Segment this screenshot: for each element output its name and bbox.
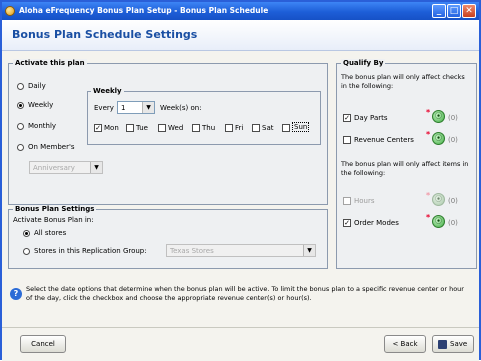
check-fri-label: Fri <box>235 124 244 132</box>
check-wed-label: Wed <box>168 124 184 132</box>
close-button[interactable]: ✕ <box>462 4 476 18</box>
member-date-select[interactable]: Anniversary ▼ <box>29 161 103 174</box>
qualify-checks-text: The bonus plan will only affect checks i… <box>341 73 465 90</box>
button-bar: Cancel < Back Save <box>2 327 479 361</box>
check-thu[interactable] <box>192 124 200 132</box>
dialog-window: Aloha eFrequency Bonus Plan Setup - Bonu… <box>0 0 481 361</box>
radio-replication-group-label: Stores in this Replication Group: <box>34 247 147 255</box>
maximize-button[interactable]: □ <box>447 4 461 18</box>
window-title: Aloha eFrequency Bonus Plan Setup - Bonu… <box>19 6 269 15</box>
chevron-down-icon: ▼ <box>303 245 315 256</box>
check-revenue-centers[interactable] <box>343 136 351 144</box>
required-marker: * <box>426 191 431 200</box>
required-marker: * <box>426 108 431 117</box>
back-button[interactable]: < Back <box>384 335 426 353</box>
check-sat-label: Sat <box>262 124 274 132</box>
check-sun[interactable] <box>282 124 290 132</box>
order-modes-count: (0) <box>448 219 458 227</box>
qualify-by-group: Qualify By The bonus plan will only affe… <box>336 59 477 269</box>
weekly-legend: Weekly <box>91 87 124 95</box>
chevron-down-icon: ▼ <box>142 102 154 113</box>
check-hours-label: Hours <box>354 197 375 205</box>
radio-monthly[interactable] <box>17 123 24 130</box>
activate-in-label: Activate Bonus Plan in: <box>13 216 94 224</box>
minimize-button[interactable]: _ <box>432 4 446 18</box>
every-label: Every <box>94 104 114 112</box>
check-wed[interactable] <box>158 124 166 132</box>
check-sun-label: Sun <box>292 122 310 132</box>
info-icon: ? <box>10 288 22 300</box>
order-modes-picker-button[interactable]: ⦿ <box>432 215 445 228</box>
every-weeks-value: 1 <box>121 104 126 112</box>
radio-on-members-label: On Member's <box>28 143 75 151</box>
bonus-settings-group: Bonus Plan Settings Activate Bonus Plan … <box>8 205 328 269</box>
cancel-button[interactable]: Cancel <box>20 335 66 353</box>
check-tue-label: Tue <box>136 124 148 132</box>
check-mon[interactable] <box>94 124 102 132</box>
radio-replication-group[interactable] <box>23 248 30 255</box>
required-marker: * <box>426 213 431 222</box>
radio-weekly-label: Weekly <box>28 101 54 109</box>
activate-plan-legend: Activate this plan <box>13 59 87 67</box>
required-marker: * <box>426 130 431 139</box>
check-tue[interactable] <box>126 124 134 132</box>
check-mon-label: Mon <box>104 124 119 132</box>
hours-count: (0) <box>448 197 458 205</box>
weeks-on-label: Week(s) on: <box>160 104 202 112</box>
radio-daily[interactable] <box>17 83 24 90</box>
chevron-down-icon: ▼ <box>90 162 102 173</box>
page-header: Bonus Plan Schedule Settings <box>2 20 479 51</box>
title-bar[interactable]: Aloha eFrequency Bonus Plan Setup - Bonu… <box>2 2 479 20</box>
page-title: Bonus Plan Schedule Settings <box>12 28 198 41</box>
revenue-centers-picker-button[interactable]: ⦿ <box>432 132 445 145</box>
replication-group-select[interactable]: Texas Stores ▼ <box>166 244 316 257</box>
check-hours[interactable] <box>343 197 351 205</box>
day-parts-count: (0) <box>448 114 458 122</box>
member-date-value: Anniversary <box>33 164 75 172</box>
check-fri[interactable] <box>225 124 233 132</box>
weekly-group: Weekly Every 1 ▼ Week(s) on: Mon Tue Wed… <box>87 87 321 145</box>
save-button[interactable]: Save <box>432 335 474 353</box>
activate-plan-group: Activate this plan Daily Weekly Monthly … <box>8 59 328 205</box>
radio-daily-label: Daily <box>28 82 46 90</box>
hours-picker-button[interactable]: ⦿ <box>432 193 445 206</box>
app-icon <box>5 6 15 16</box>
check-order-modes-label: Order Modes <box>354 219 399 227</box>
check-order-modes[interactable] <box>343 219 351 227</box>
radio-on-members[interactable] <box>17 144 24 151</box>
check-revenue-centers-label: Revenue Centers <box>354 136 414 144</box>
check-thu-label: Thu <box>202 124 216 132</box>
qualify-by-legend: Qualify By <box>341 59 386 67</box>
check-day-parts[interactable] <box>343 114 351 122</box>
replication-group-value: Texas Stores <box>170 247 214 255</box>
qualify-items-text: The bonus plan will only affect items in… <box>341 160 469 177</box>
every-weeks-select[interactable]: 1 ▼ <box>117 101 155 114</box>
radio-weekly[interactable] <box>17 102 24 109</box>
disk-icon <box>438 340 447 349</box>
radio-all-stores[interactable] <box>23 230 30 237</box>
check-day-parts-label: Day Parts <box>354 114 388 122</box>
day-parts-picker-button[interactable]: ⦿ <box>432 110 445 123</box>
bonus-settings-legend: Bonus Plan Settings <box>13 205 97 213</box>
radio-monthly-label: Monthly <box>28 122 57 130</box>
revenue-centers-count: (0) <box>448 136 458 144</box>
radio-all-stores-label: All stores <box>34 229 67 237</box>
save-button-label: Save <box>450 340 468 348</box>
info-text: Select the date options that determine w… <box>26 285 464 302</box>
check-sat[interactable] <box>252 124 260 132</box>
